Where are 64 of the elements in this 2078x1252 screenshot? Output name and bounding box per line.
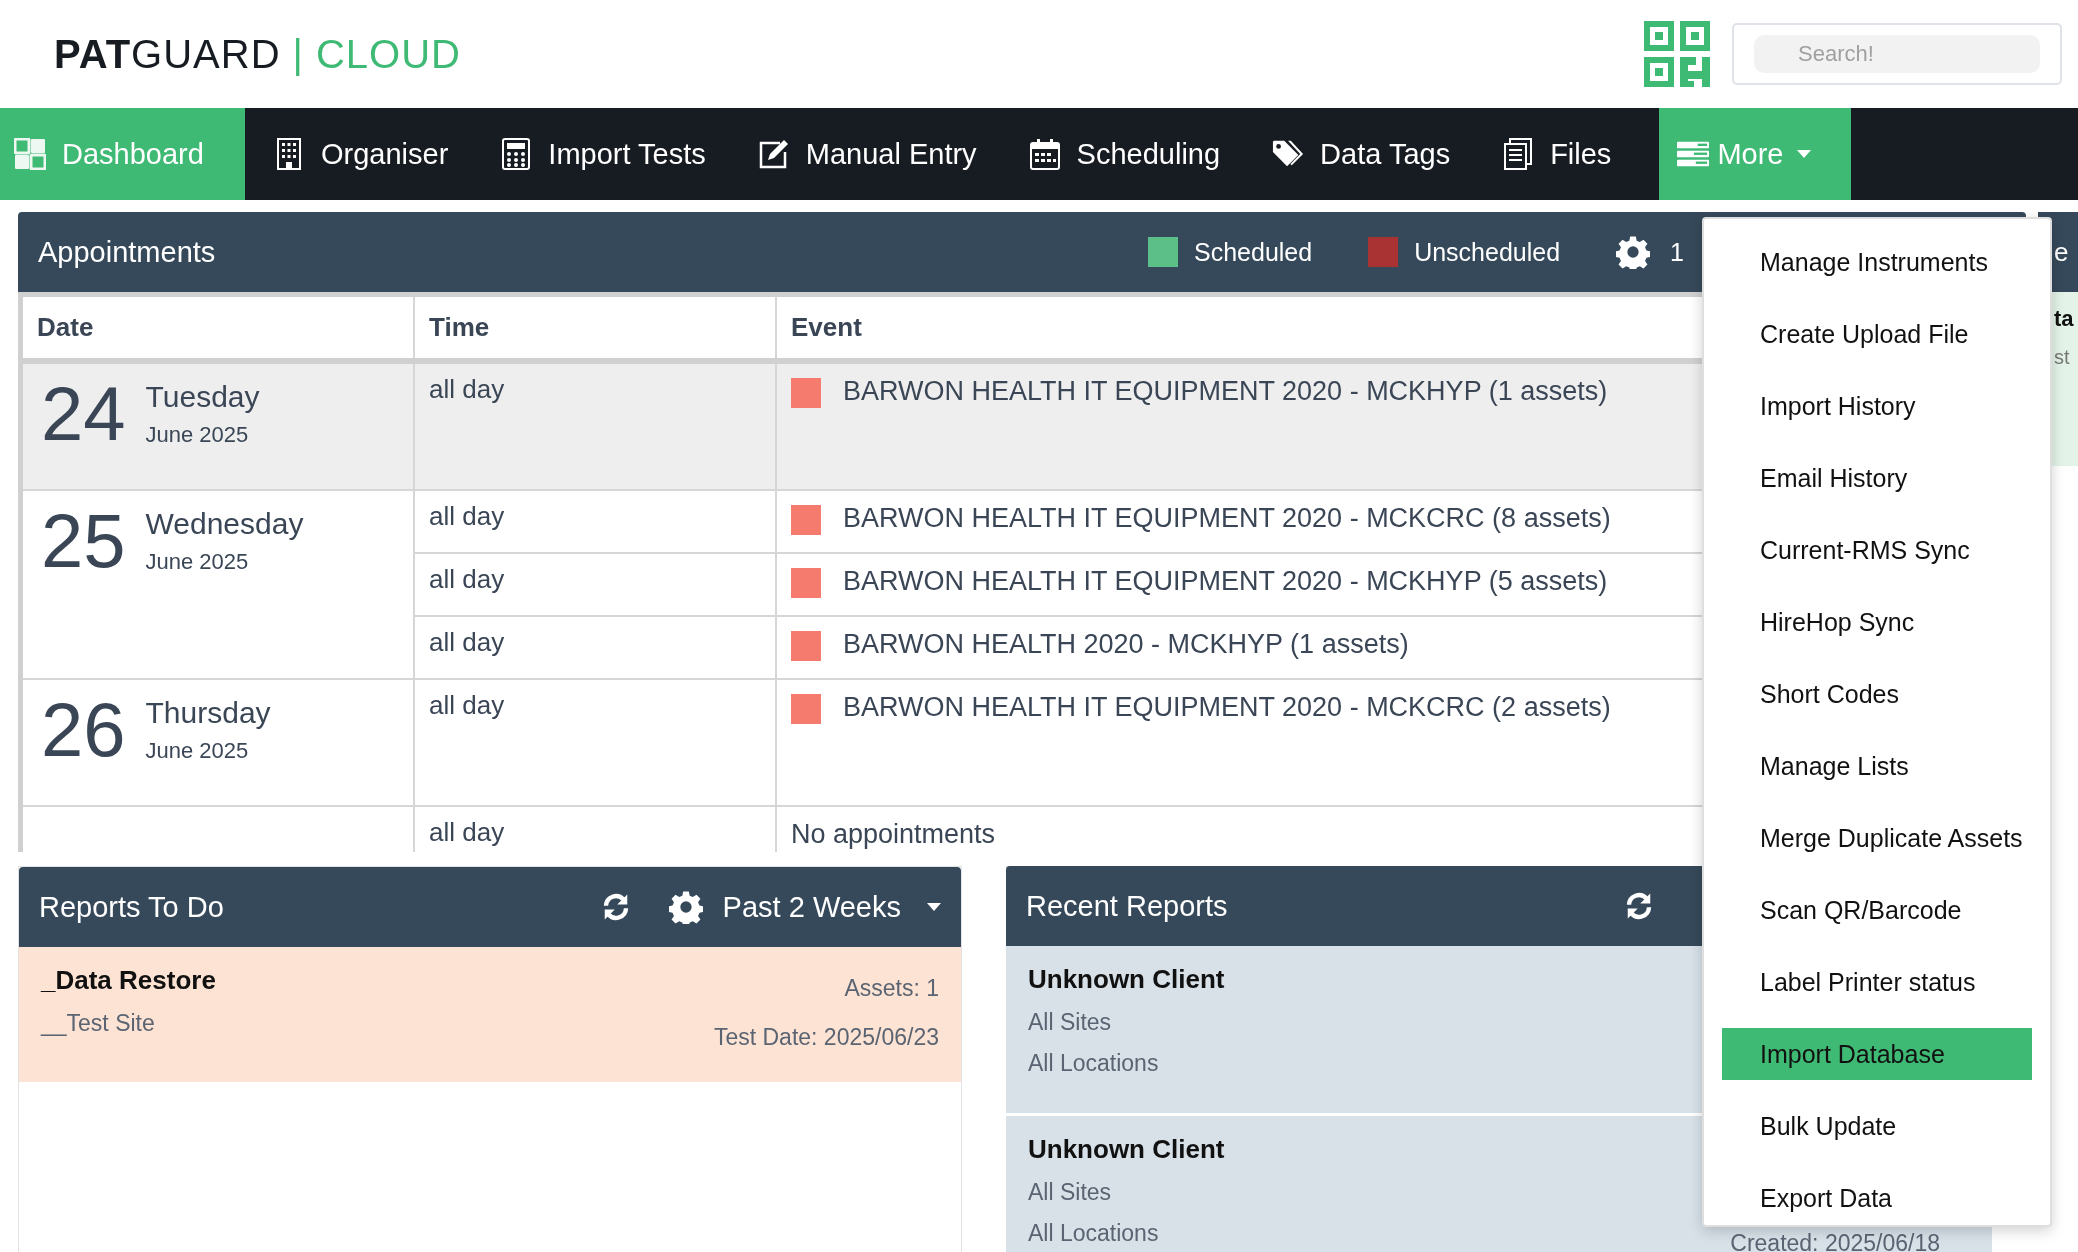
menu-item[interactable]: Export Data: [1722, 1172, 2032, 1224]
weekday: Thursday: [145, 696, 271, 730]
legend-label: Scheduled: [1194, 237, 1313, 267]
event-time: all day: [429, 501, 505, 531]
day-number: 26: [41, 692, 126, 768]
menu-item[interactable]: Email History: [1722, 452, 2032, 504]
event-title[interactable]: BARWON HEALTH IT EQUIPMENT 2020 - MCKHYP (1 assets): [843, 376, 1608, 407]
day-number: 24: [41, 376, 126, 452]
menu-item[interactable]: Short Codes: [1722, 668, 2032, 720]
month-label: June 2025: [145, 738, 250, 764]
search-field[interactable]: Search!: [1732, 23, 2062, 85]
client-name: _Data Restore: [41, 965, 216, 996]
weekday: Tuesday: [145, 380, 260, 414]
event-time: all day: [429, 627, 505, 657]
app-logo: PATGUARD | CLOUD: [54, 31, 461, 77]
event-title[interactable]: BARWON HEALTH 2020 - MCKHYP (1 assets): [843, 629, 1409, 660]
month-label: June 2025: [145, 422, 250, 448]
nav-tab[interactable]: Manual Entry: [743, 108, 1001, 200]
site-name: All Sites: [1028, 1179, 1113, 1206]
menu-item[interactable]: Manage Instruments: [1722, 236, 2032, 288]
menu-item[interactable]: Manage Lists: [1722, 740, 2032, 792]
event-title[interactable]: BARWON HEALTH IT EQUIPMENT 2020 - MCKCRC (8 assets): [843, 503, 1611, 534]
item-subtitle: st: [2054, 346, 2070, 369]
event-title[interactable]: No appointments: [791, 819, 996, 850]
menu-item[interactable]: HireHop Sync: [1722, 596, 2032, 648]
panel-title: Reports To Do: [39, 890, 224, 924]
period-dropdown[interactable]: Past 2 Weeks: [722, 890, 941, 924]
column-header: Date: [23, 297, 415, 358]
client-name: Unknown Client: [1028, 1134, 1225, 1165]
client-name: Unknown Client: [1028, 964, 1225, 995]
weekday: Wednesday: [145, 507, 304, 541]
event-title[interactable]: BARWON HEALTH IT EQUIPMENT 2020 - MCKHYP (5 assets): [843, 566, 1608, 597]
location-name: All Locations: [1028, 1220, 1160, 1247]
nav-tab[interactable]: Files: [1488, 108, 1636, 200]
location-name: All Locations: [1028, 1050, 1160, 1077]
day-number: 25: [41, 503, 126, 579]
site-name: __Test Site: [41, 1010, 156, 1037]
menu-item[interactable]: Import History: [1722, 380, 2032, 432]
panel-title: e: [2054, 236, 2069, 268]
event-time: all day: [429, 690, 505, 720]
nav-tab[interactable]: Organiser: [259, 108, 473, 200]
menu-item[interactable]: Import Database: [1722, 1028, 2032, 1080]
asset-count: Assets: 1: [844, 975, 939, 1002]
created-date: Created: 2025/06/18: [1730, 1232, 1940, 1252]
month-label: June 2025: [145, 549, 250, 575]
column-header: Time: [415, 297, 777, 358]
nav-tab[interactable]: Data Tags: [1258, 108, 1475, 200]
menu-item[interactable]: Current-RMS Sync: [1722, 524, 2032, 576]
site-name: All Sites: [1028, 1009, 1113, 1036]
settings-value: 1: [1670, 237, 1684, 267]
event-time: all day: [429, 817, 505, 847]
event-time: all day: [429, 564, 505, 594]
legend-label: Unscheduled: [1414, 237, 1561, 267]
nav-tab[interactable]: Scheduling: [1014, 108, 1245, 200]
event-title[interactable]: BARWON HEALTH IT EQUIPMENT 2020 - MCKCRC (2 assets): [843, 692, 1611, 723]
menu-item[interactable]: Merge Duplicate Assets: [1722, 812, 2032, 864]
event-time: all day: [429, 374, 505, 404]
test-date: Test Date: 2025/06/23: [713, 1024, 939, 1051]
report-card[interactable]: _Data Restore __Test Site Assets: 1 Test Date: 2025/06/23: [19, 947, 961, 1082]
nav-tab[interactable]: Import Tests: [486, 108, 730, 200]
panel-title: Appointments: [38, 235, 216, 269]
item-title: ta: [2054, 306, 2074, 332]
menu-item[interactable]: Scan QR/Barcode: [1722, 884, 2032, 936]
panel-title: Recent Reports: [1026, 889, 1228, 923]
